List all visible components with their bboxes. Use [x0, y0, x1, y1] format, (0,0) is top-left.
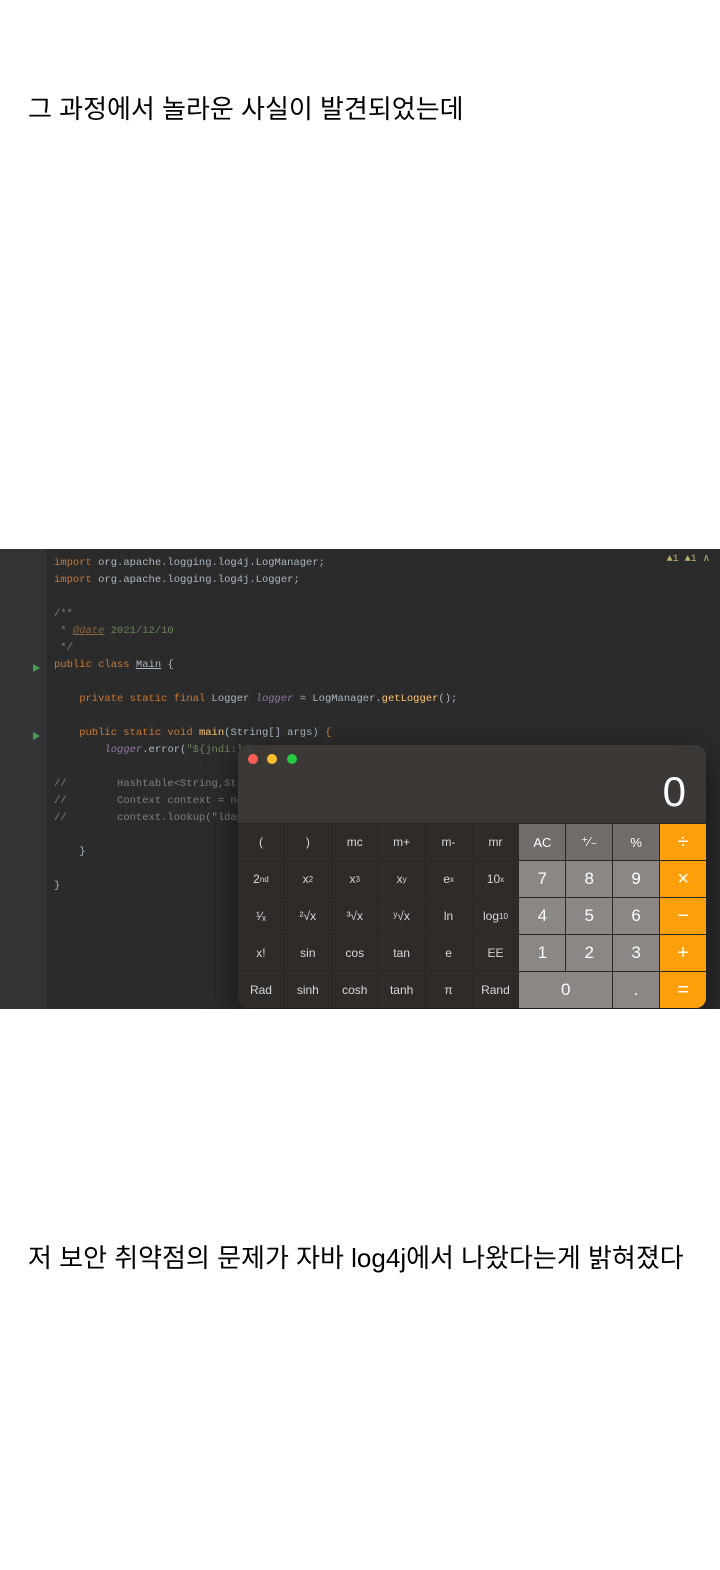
calc-key-[interactable]: % [613, 824, 659, 860]
calc-key-[interactable]: + [660, 935, 706, 971]
calc-key-mc[interactable]: mc [332, 824, 378, 860]
calc-key-[interactable]: ( [238, 824, 284, 860]
calc-key-e[interactable]: e [426, 935, 472, 971]
calc-key-Rad[interactable]: Rad [238, 972, 284, 1008]
calc-key-tanh[interactable]: tanh [379, 972, 425, 1008]
calc-key-sinh[interactable]: sinh [285, 972, 331, 1008]
calc-key-7[interactable]: 7 [519, 861, 565, 897]
calc-key-EE[interactable]: EE [473, 935, 519, 971]
calc-key-[interactable]: ⁺∕₋ [566, 824, 612, 860]
calc-key-10x[interactable]: 10x [473, 861, 519, 897]
calc-key-tan[interactable]: tan [379, 935, 425, 971]
calc-key-6[interactable]: 6 [613, 898, 659, 934]
run-gutter-icon[interactable] [33, 732, 40, 740]
calc-key-ex[interactable]: ex [426, 861, 472, 897]
calc-key-Rand[interactable]: Rand [473, 972, 519, 1008]
calc-key-8[interactable]: 8 [566, 861, 612, 897]
calc-key-[interactable]: = [660, 972, 706, 1008]
article-paragraph-bottom: 저 보안 취약점의 문제가 자바 log4j에서 나왔다는게 밝혀졌다 [0, 1239, 720, 1278]
minimize-icon[interactable] [267, 754, 277, 764]
calc-key-0[interactable]: 0 [519, 972, 612, 1008]
zoom-icon[interactable] [287, 754, 297, 764]
calc-key-[interactable]: × [660, 861, 706, 897]
window-titlebar[interactable] [238, 745, 706, 769]
calc-key-3[interactable]: 3 [613, 935, 659, 971]
calc-key-[interactable]: ¹∕ₓ [238, 898, 284, 934]
calc-key-[interactable]: ) [285, 824, 331, 860]
run-gutter-icon[interactable] [33, 664, 40, 672]
calc-key-4[interactable]: 4 [519, 898, 565, 934]
calc-display: 0 [238, 769, 706, 823]
calc-key-x2[interactable]: x2 [285, 861, 331, 897]
close-icon[interactable] [248, 754, 258, 764]
calc-key-cos[interactable]: cos [332, 935, 378, 971]
calc-key-1[interactable]: 1 [519, 935, 565, 971]
calc-key-[interactable]: π [426, 972, 472, 1008]
ide-inspections-status: ▲1 ▲1 ∧ [667, 553, 710, 565]
calc-key-2[interactable]: 2 [566, 935, 612, 971]
article-paragraph-top: 그 과정에서 놀라운 사실이 발견되었는데 [0, 90, 720, 129]
calc-keypad: ()mcm+m-mrAC⁺∕₋%÷ 2ndx2x3xyex10x789× ¹∕ₓ²√… [238, 823, 706, 1008]
calc-key-9[interactable]: 9 [613, 861, 659, 897]
calc-key-sin[interactable]: sin [285, 935, 331, 971]
calc-key-m[interactable]: m+ [379, 824, 425, 860]
calc-key-ln[interactable]: ln [426, 898, 472, 934]
calc-key-mr[interactable]: mr [473, 824, 519, 860]
calc-key-cosh[interactable]: cosh [332, 972, 378, 1008]
ide-gutter [0, 549, 46, 1009]
calc-key-2nd[interactable]: 2nd [238, 861, 284, 897]
calc-key-[interactable]: ÷ [660, 824, 706, 860]
calc-key-[interactable]: . [613, 972, 659, 1008]
calc-key-log10[interactable]: log10 [473, 898, 519, 934]
calc-key-x[interactable]: ʸ√x [379, 898, 425, 934]
calc-key-AC[interactable]: AC [519, 824, 565, 860]
calculator-app: 0 ()mcm+m-mrAC⁺∕₋%÷ 2ndx2x3xyex10x789× ¹∕ₓ… [238, 745, 706, 1008]
calc-key-x[interactable]: ²√x [285, 898, 331, 934]
calc-key-x3[interactable]: x3 [332, 861, 378, 897]
calc-key-5[interactable]: 5 [566, 898, 612, 934]
calc-key-x[interactable]: x! [238, 935, 284, 971]
ide-editor: ▲1 ▲1 ∧ import org.apache.logging.log4j.… [0, 549, 720, 1009]
calc-key-x[interactable]: ³√x [332, 898, 378, 934]
calc-key-m[interactable]: m- [426, 824, 472, 860]
calc-key-[interactable]: − [660, 898, 706, 934]
calc-key-xy[interactable]: xy [379, 861, 425, 897]
